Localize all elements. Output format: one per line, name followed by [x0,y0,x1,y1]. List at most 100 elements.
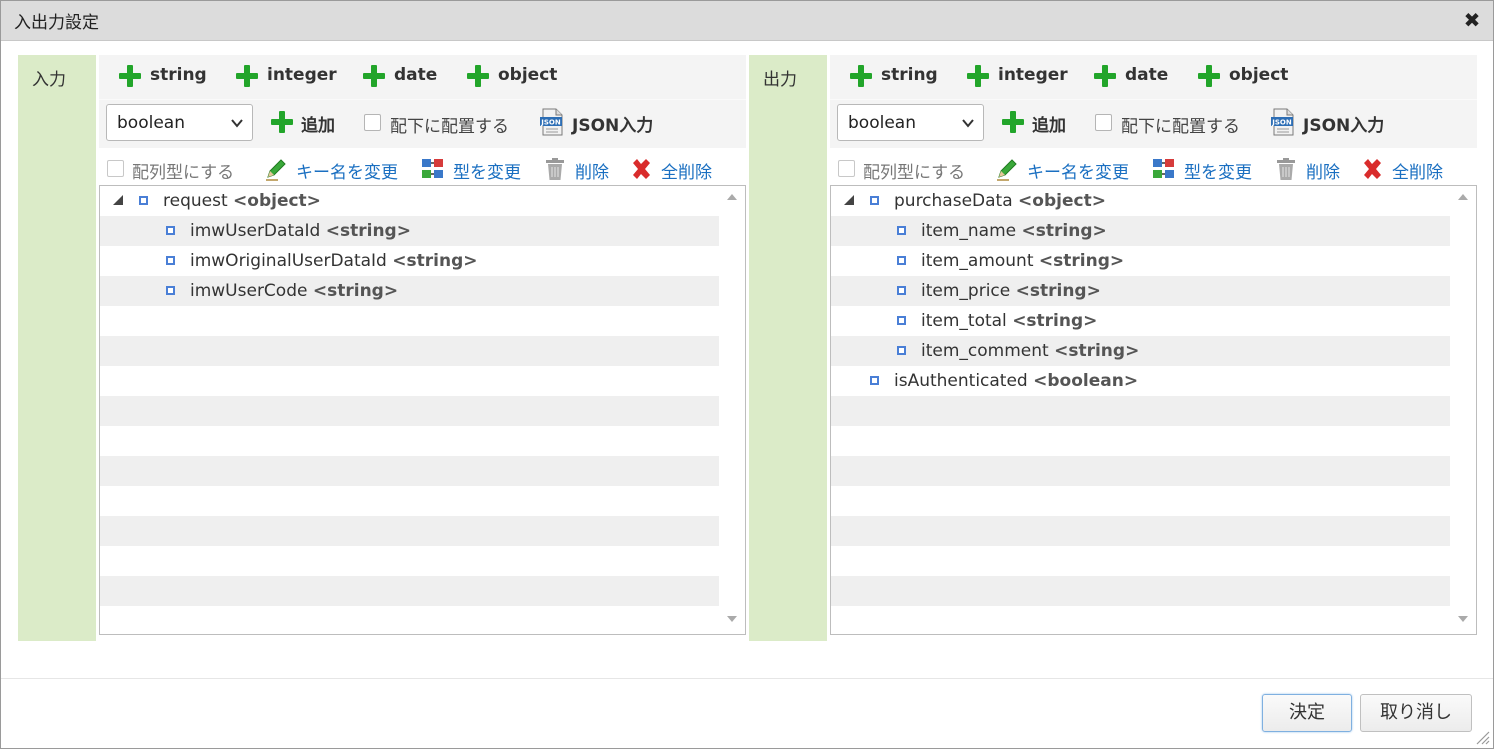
tree-node-label[interactable]: item_amount <string> [921,251,1124,271]
tree-node-label[interactable]: item_name <string> [921,221,1107,241]
empty-tree-row [100,396,719,426]
type-select-value: boolean [117,113,185,133]
node-icon [897,226,906,235]
tree-row[interactable]: item_name <string> [831,216,1450,246]
json-file-icon: JSON [1271,108,1294,136]
tree-row[interactable]: imwUserCode <string> [100,276,719,306]
tree-row[interactable]: isAuthenticated <boolean> [831,366,1450,396]
tree-node-label[interactable]: request <object> [163,191,321,211]
plus-icon [467,65,489,87]
trash-icon [1277,158,1295,180]
node-key: purchaseData [894,191,1013,211]
tree-node-label[interactable]: item_price <string> [921,281,1101,301]
tree-row[interactable]: request <object> [100,186,719,216]
change-type-label: 型を変更 [453,163,521,183]
ok-button[interactable]: 決定 [1262,694,1352,732]
rename-key-label: キー名を変更 [1027,163,1129,183]
empty-tree-row [831,546,1450,576]
node-icon [897,286,906,295]
red-x-icon [1364,159,1381,179]
tree-node-label[interactable]: imwUserCode <string> [190,281,398,301]
type-buttons-bar: string integer date object [99,55,746,99]
place-under-checkbox[interactable] [1095,114,1112,131]
scroll-up-icon[interactable] [1458,194,1468,200]
resize-grip-icon[interactable] [1474,729,1490,745]
tree-row[interactable]: imwOriginalUserDataId <string> [100,246,719,276]
delete-all-label: 全削除 [1392,163,1443,183]
node-key: imwUserDataId [190,221,321,241]
node-key: item_price [921,281,1011,301]
tree-node-label[interactable]: item_comment <string> [921,341,1139,361]
json-tree[interactable]: request <object> imwUserDataId <string> im… [99,185,746,635]
input-panel: string integer date object boolean 追加 配下… [99,55,746,635]
tree-row[interactable]: item_amount <string> [831,246,1450,276]
vertical-scrollbar[interactable] [1450,186,1476,634]
tree-row[interactable]: item_price <string> [831,276,1450,306]
array-type-checkbox[interactable] [107,160,124,177]
add-integer-label: integer [998,65,1068,85]
tree-node-label[interactable]: imwUserDataId <string> [190,221,411,241]
place-under-checkbox[interactable] [364,114,381,131]
empty-tree-row [100,546,719,576]
plus-icon [363,65,385,87]
type-select-value: boolean [848,113,916,133]
array-type-checkbox[interactable] [838,160,855,177]
footer-divider [1,678,1493,679]
node-type: <boolean> [1033,371,1139,391]
chevron-down-icon [962,119,974,128]
delete-label: 削除 [575,163,609,183]
node-type: <string> [1054,341,1140,361]
add-label: 追加 [301,116,335,136]
add-string-label: string [881,65,938,85]
svg-text:JSON: JSON [1271,119,1292,127]
cancel-button[interactable]: 取り消し [1360,694,1472,732]
scroll-up-icon[interactable] [727,194,737,200]
add-type-bar: boolean 追加 配下に配置する JSON JSON入力 [99,99,746,148]
dialog-titlebar[interactable]: 入出力設定 ✖ [1,1,1493,41]
tree-node-label[interactable]: purchaseData <object> [894,191,1106,211]
node-type: <string> [1038,251,1125,271]
empty-tree-row [100,516,719,546]
scroll-down-icon[interactable] [727,616,737,622]
node-key: imwUserCode [190,281,308,301]
node-key: item_comment [921,341,1049,361]
tree-node-label[interactable]: imwOriginalUserDataId <string> [190,251,477,271]
delete-label: 削除 [1306,163,1340,183]
place-under-label: 配下に配置する [1121,117,1240,137]
expand-arrow-icon[interactable] [844,195,854,205]
plus-icon [1198,65,1220,87]
empty-tree-row [831,426,1450,456]
node-key: imwOriginalUserDataId [190,251,387,271]
empty-tree-row [831,576,1450,606]
type-buttons-bar: string integer date object [830,55,1477,99]
plus-icon [1094,65,1116,87]
node-key: item_name [921,221,1017,241]
node-icon [166,286,175,295]
json-tree[interactable]: purchaseData <object> item_name <string> i… [830,185,1477,635]
node-type: <string> [1021,221,1107,241]
node-type: <object> [233,191,321,211]
type-select[interactable]: boolean [106,104,253,141]
add-object-label: object [1229,65,1289,85]
tree-row[interactable]: item_comment <string> [831,336,1450,366]
pencil-icon [266,159,286,181]
node-key: request [163,191,228,211]
empty-tree-row [831,606,1450,634]
add-string-label: string [150,65,207,85]
node-type: <string> [1015,281,1101,301]
node-type: <object> [1018,191,1106,211]
tree-row[interactable]: item_total <string> [831,306,1450,336]
tree-node-label[interactable]: item_total <string> [921,311,1097,331]
tree-row[interactable]: imwUserDataId <string> [100,216,719,246]
empty-tree-row [100,426,719,456]
add-date-label: date [1125,65,1169,85]
empty-tree-row [831,456,1450,486]
type-select[interactable]: boolean [837,104,984,141]
scroll-down-icon[interactable] [1458,616,1468,622]
tree-node-label[interactable]: isAuthenticated <boolean> [894,371,1138,391]
vertical-scrollbar[interactable] [719,186,745,634]
tree-row[interactable]: purchaseData <object> [831,186,1450,216]
node-icon [870,376,879,385]
expand-arrow-icon[interactable] [113,195,123,205]
close-icon[interactable]: ✖ [1461,7,1483,33]
